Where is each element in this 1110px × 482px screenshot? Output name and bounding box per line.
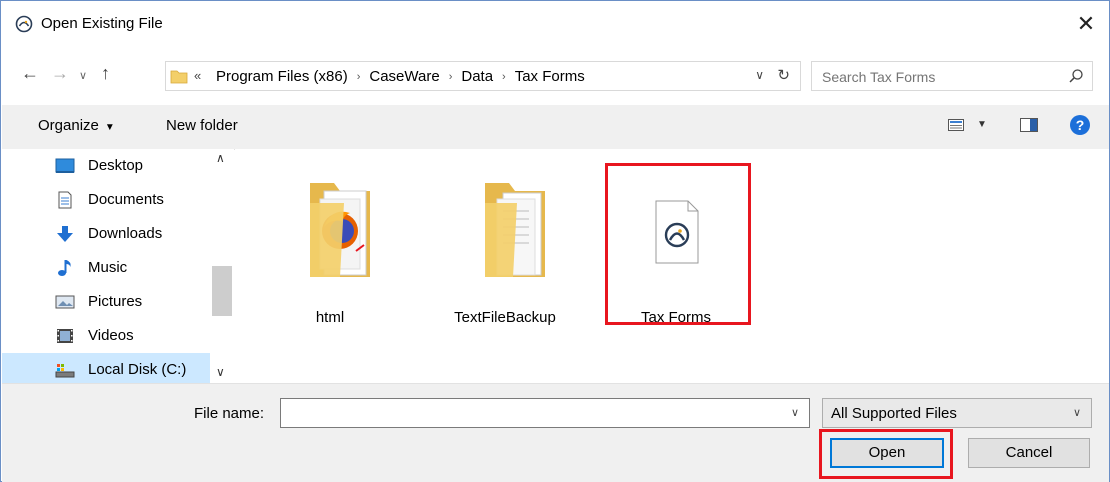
videos-icon [57,329,73,343]
scroll-up-icon[interactable]: ∧ [216,151,225,165]
nav-item-label: Desktop [88,157,144,174]
nav-item-label: Documents [88,191,164,208]
local-disk-icon [55,364,75,378]
pictures-icon [55,295,75,309]
nav-item-downloads[interactable]: Downloads [2,217,210,251]
search-box[interactable] [811,61,1093,91]
file-type-select[interactable]: All Supported Files ∨ [822,398,1092,428]
open-file-dialog: Open Existing File ✕ ← → ∨ ↑ « Program F… [0,0,1110,482]
breadcrumb-item[interactable]: Data [461,68,493,85]
file-name-input[interactable] [287,403,771,425]
folder-with-documents-icon [485,183,545,277]
refresh-icon[interactable]: ↻ [777,66,790,84]
scroll-down-icon[interactable]: ∨ [216,365,225,379]
file-name-field-label: File name: [194,405,265,422]
back-arrow-icon[interactable]: ← [21,63,39,84]
address-row: ← → ∨ ↑ « Program Files (x86) › CaseWare… [1,47,1109,105]
help-icon[interactable]: ? [1070,115,1090,135]
nav-scrollbar[interactable]: ∧ ∨ [210,149,234,383]
downloads-icon [57,226,73,242]
nav-item-label: Music [88,259,128,276]
file-name-combobox[interactable]: ∨ [280,398,810,428]
nav-item-label: Local Disk (C:) [88,361,187,378]
window-title: Open Existing File [41,15,163,32]
nav-item-label: Pictures [88,293,143,310]
command-bar: Organize ▼ New folder ▼ ? [2,105,1109,150]
new-folder-button[interactable]: New folder [166,117,238,134]
chevron-down-icon[interactable]: ∨ [791,406,799,419]
nav-item-documents[interactable]: Documents [2,183,210,217]
scroll-thumb[interactable] [212,266,232,316]
nav-item-music[interactable]: Music [2,251,210,285]
caseware-app-icon [15,15,33,33]
address-bar[interactable]: « Program Files (x86) › CaseWare › Data … [165,61,801,91]
file-type-value: All Supported Files [831,405,957,422]
overflow-breadcrumb-icon[interactable]: « [194,68,201,83]
breadcrumb-separator-icon[interactable]: › [357,71,361,83]
forward-arrow-icon[interactable]: → [51,63,69,84]
folder-with-firefox-icon [310,183,370,277]
documents-icon [58,191,72,209]
breadcrumb-item[interactable]: Tax Forms [515,68,585,85]
recent-locations-chevron-icon[interactable]: ∨ [79,69,87,82]
nav-item-local-disk[interactable]: Local Disk (C:) [2,353,210,383]
search-icon[interactable] [1068,68,1084,84]
file-name-label: TextFileBackup [454,309,556,326]
file-name-label: html [315,309,345,326]
cancel-button[interactable]: Cancel [968,438,1090,468]
file-item-html[interactable]: html [255,159,405,326]
chevron-down-icon[interactable]: ∨ [1073,406,1081,419]
music-icon [58,260,71,276]
up-arrow-icon[interactable]: ↑ [101,63,110,84]
nav-item-videos[interactable]: Videos [2,319,210,353]
preview-pane-icon[interactable] [1020,118,1038,132]
chevron-down-icon: ▼ [104,122,115,133]
nav-item-desktop[interactable]: Desktop [2,149,210,183]
breadcrumb-separator-icon[interactable]: › [502,71,506,83]
nav-item-label: Videos [88,327,134,344]
folder-icon [170,70,188,84]
title-bar: Open Existing File ✕ [1,1,1109,47]
breadcrumb: Program Files (x86) › CaseWare › Data › … [216,68,585,85]
address-dropdown-icon[interactable]: ∨ [755,68,764,82]
search-input[interactable] [820,66,1054,88]
organize-button[interactable]: Organize ▼ [38,117,115,134]
open-button-highlight-box [819,429,953,479]
change-view-icon[interactable] [948,119,964,131]
nav-item-pictures[interactable]: Pictures [2,285,210,319]
desktop-icon [55,158,75,173]
breadcrumb-item[interactable]: Program Files (x86) [216,68,348,85]
nav-item-label: Downloads [88,225,163,242]
breadcrumb-separator-icon[interactable]: › [449,71,453,83]
organize-label: Organize [38,117,99,134]
file-item-textfilebackup[interactable]: TextFileBackup [430,159,580,326]
close-icon[interactable]: ✕ [1071,9,1101,39]
view-options-chevron-icon[interactable]: ▼ [977,119,987,130]
tax-forms-highlight-box [605,163,751,325]
breadcrumb-item[interactable]: CaseWare [369,68,439,85]
navigation-pane: Desktop Documents Downloads Music Pictur… [2,149,234,383]
